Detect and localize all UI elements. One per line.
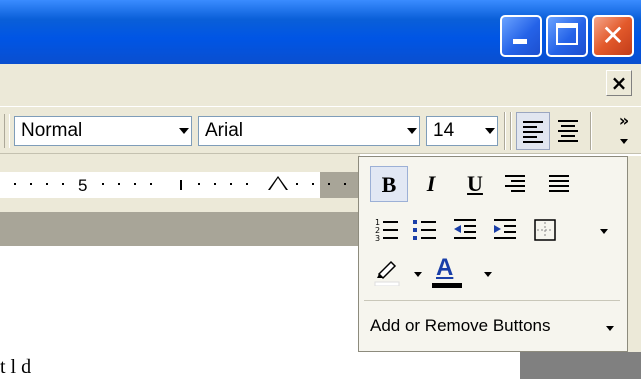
ruler-tick <box>198 183 200 185</box>
ruler-tick <box>312 183 314 185</box>
italic-button[interactable]: I <box>412 166 450 202</box>
ruler-tick <box>30 183 32 185</box>
align-center-icon <box>558 120 578 145</box>
chevron-down-icon <box>620 139 628 144</box>
align-right-button[interactable] <box>496 166 534 202</box>
add-remove-label: Add or Remove Buttons <box>370 316 551 335</box>
ruler-tick <box>180 180 182 190</box>
highlight-button[interactable] <box>368 254 406 290</box>
ruler-tick <box>246 183 248 185</box>
bold-button[interactable]: B <box>370 166 408 202</box>
font-combo[interactable]: Arial <box>198 116 420 146</box>
ruler-tick <box>14 183 16 185</box>
right-indent-marker-fill <box>270 178 286 190</box>
highlight-dropdown-chevron-icon[interactable] <box>414 272 422 277</box>
toolbar-options-button[interactable]: » <box>614 112 634 152</box>
numbering-button[interactable]: 1 2 3 <box>368 212 406 248</box>
ruler-tick <box>296 183 298 185</box>
ruler-tick <box>230 183 232 185</box>
scroll-area <box>520 352 641 379</box>
borders-dropdown-chevron-icon[interactable] <box>600 229 608 234</box>
close-document-icon: × <box>610 71 628 95</box>
ruler-margin <box>320 172 360 198</box>
ruler-tick <box>344 183 346 185</box>
highlighter-icon <box>374 260 400 287</box>
font-size-value: 14 <box>433 120 455 141</box>
ruler-tick <box>102 183 104 185</box>
toolbar-separator <box>504 112 506 150</box>
justify-icon <box>549 175 569 195</box>
toolbar-grip[interactable] <box>4 114 10 148</box>
italic-icon: I <box>426 171 436 196</box>
add-remove-buttons-menu[interactable]: Add or Remove Buttons <box>370 316 550 336</box>
underline-button[interactable]: U <box>456 166 494 202</box>
increase-indent-icon <box>494 219 516 239</box>
font-color-icon: A <box>436 254 454 281</box>
ruler-tick <box>150 183 152 185</box>
close-button[interactable]: ✕ <box>592 15 634 57</box>
bold-icon: B <box>381 172 397 197</box>
borders-icon <box>534 219 556 241</box>
chevron-down-icon[interactable] <box>485 128 495 134</box>
font-size-combo[interactable]: 14 <box>426 116 498 146</box>
close-document-button[interactable]: × <box>606 70 632 96</box>
font-color-dropdown-chevron-icon[interactable] <box>484 272 492 277</box>
minimize-icon <box>513 39 527 44</box>
ruler-tick <box>134 183 136 185</box>
ruler-tick <box>118 183 120 185</box>
increase-indent-button[interactable] <box>486 212 524 248</box>
ruler-tick <box>62 183 64 185</box>
svg-text:3: 3 <box>375 234 380 243</box>
title-bar[interactable] <box>0 0 641 64</box>
align-left-button[interactable] <box>516 112 550 150</box>
chevron-down-icon[interactable] <box>606 326 614 331</box>
center-button[interactable] <box>552 112 586 150</box>
maximize-button[interactable] <box>546 15 588 57</box>
highlight-color-swatch <box>374 281 400 287</box>
numbering-icon: 1 2 3 <box>375 218 398 243</box>
maximize-icon <box>556 23 578 45</box>
chevron-down-icon[interactable] <box>179 128 189 134</box>
bullets-button[interactable] <box>406 212 444 248</box>
menu-divider <box>364 300 620 301</box>
close-icon: ✕ <box>601 19 625 52</box>
align-left-icon <box>523 121 543 146</box>
window-edge <box>628 156 641 379</box>
borders-button[interactable] <box>526 212 564 248</box>
justify-button[interactable] <box>540 166 578 202</box>
more-buttons-icon: » <box>618 111 630 130</box>
decrease-indent-button[interactable] <box>446 212 484 248</box>
ruler-tick <box>214 183 216 185</box>
page-gutter <box>0 212 360 246</box>
underline-icon: U <box>467 171 483 196</box>
toolbar-separator <box>510 112 512 150</box>
toolbar-separator <box>590 112 592 150</box>
font-value: Arial <box>205 120 244 141</box>
font-color-swatch <box>432 283 462 288</box>
menu-bar <box>0 64 641 106</box>
style-value: Normal <box>21 120 83 141</box>
ruler-label: 5 <box>78 176 88 195</box>
ruler-tick <box>328 183 330 185</box>
bullets-icon <box>413 220 436 240</box>
ruler-tick <box>46 183 48 185</box>
font-color-button[interactable]: A <box>428 254 466 290</box>
document-text: t l d <box>0 356 32 378</box>
minimize-button[interactable] <box>500 15 542 57</box>
style-combo[interactable]: Normal <box>14 116 192 146</box>
decrease-indent-icon <box>454 219 476 239</box>
align-right-icon <box>505 175 525 195</box>
chevron-down-icon[interactable] <box>407 128 417 134</box>
